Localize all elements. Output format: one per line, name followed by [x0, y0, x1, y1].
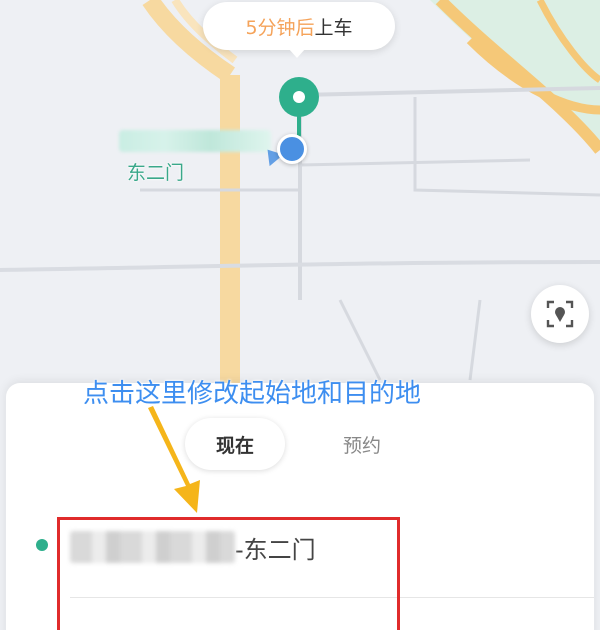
origin-dot-icon: [36, 539, 48, 551]
pin-center-dot: [293, 91, 305, 103]
ride-hailing-screen: 东二门 5分钟后 上车 现在 预约 -东二门 点击这里修改起始地和目的地: [0, 0, 600, 630]
poi-label: 东二门: [127, 162, 185, 184]
blurred-origin-text: [70, 531, 235, 563]
annotation-text: 点击这里修改起始地和目的地: [83, 379, 422, 409]
current-location-icon: [277, 134, 307, 164]
tab-reserve[interactable]: 预约: [312, 418, 412, 470]
bottom-sheet: [6, 383, 594, 630]
blurred-place-label: [119, 130, 271, 152]
origin-text: -东二门: [235, 535, 316, 564]
pickup-pin-icon[interactable]: [279, 77, 319, 117]
origin-field[interactable]: -东二门: [70, 525, 390, 569]
tab-now[interactable]: 现在: [185, 418, 285, 470]
eta-time: 5分钟后: [245, 16, 315, 39]
eta-bubble-tail: [288, 48, 306, 58]
field-divider: [70, 597, 594, 598]
pickup-pin-stem: [297, 115, 301, 137]
relocate-button[interactable]: [531, 285, 589, 343]
locate-target-icon: [546, 300, 574, 328]
eta-action: 上车: [314, 16, 353, 39]
eta-bubble: 5分钟后 上车: [203, 2, 395, 50]
